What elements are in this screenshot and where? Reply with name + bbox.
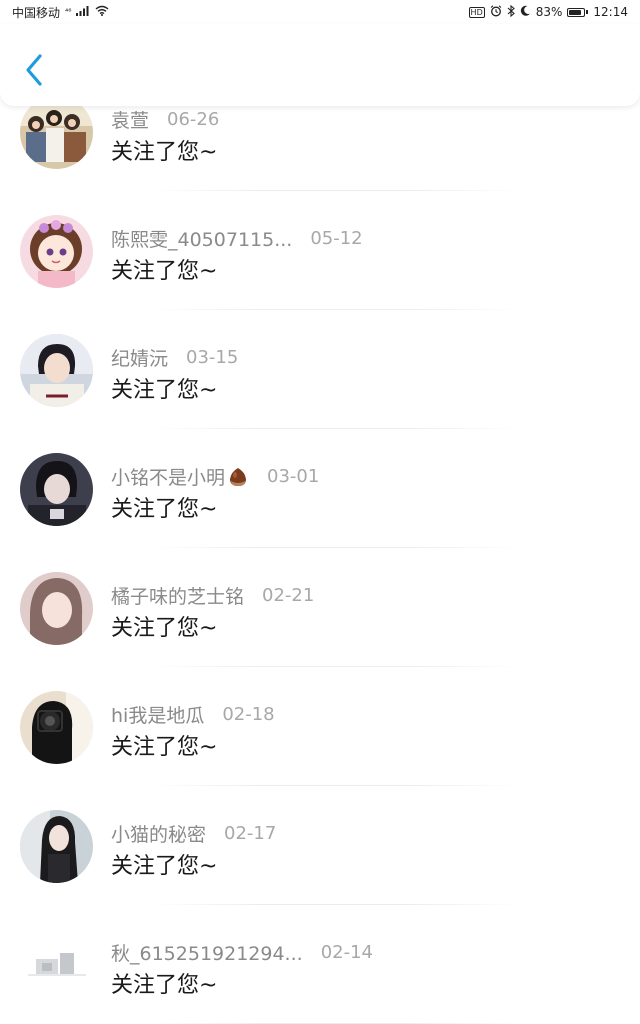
follow-date: 03-15	[186, 347, 239, 368]
item-header: 纪婧沅 03-15	[111, 344, 238, 371]
follow-message: 关注了您~	[111, 140, 218, 165]
clock: 12:14	[593, 5, 628, 19]
follow-date: 02-14	[320, 942, 373, 963]
bluetooth-icon	[507, 4, 515, 20]
avatar[interactable]	[20, 215, 93, 288]
follower-name[interactable]: 纪婧沅	[111, 344, 168, 371]
avatar[interactable]	[20, 810, 93, 883]
follower-name[interactable]: 陈熙雯_40507115...	[111, 225, 292, 252]
follow-message: 关注了您~	[111, 378, 218, 403]
follower-name[interactable]: 小猫的秘密	[111, 820, 206, 847]
chestnut-icon	[230, 467, 247, 486]
battery-icon	[567, 7, 589, 17]
avatar[interactable]	[20, 929, 93, 1002]
avatar[interactable]	[20, 691, 93, 764]
follow-date: 06-26	[167, 109, 220, 130]
avatar[interactable]	[20, 453, 93, 526]
item-header: 橘子味的芝士铭 02-21	[111, 582, 314, 609]
follow-message: 关注了您~	[111, 616, 218, 641]
item-header: 陈熙雯_40507115... 05-12	[111, 225, 363, 252]
avatar[interactable]	[20, 572, 93, 645]
chevron-left-icon	[26, 54, 42, 86]
item-header: 秋_615251921294... 02-14	[111, 939, 373, 966]
list-item[interactable]: 橘子味的芝士铭 02-21 关注了您~	[0, 548, 640, 667]
follow-date: 03-01	[267, 466, 320, 487]
battery-percent: 83%	[535, 5, 563, 19]
follow-date: 02-17	[224, 823, 277, 844]
follower-list: 袁萱 06-26 关注了您~ 陈熙雯_40507115... 05-12 关注了…	[0, 72, 640, 1024]
hd-badge: HD	[468, 6, 485, 18]
list-item[interactable]: 陈熙雯_40507115... 05-12 关注了您~	[0, 191, 640, 310]
follower-name[interactable]: 小铭不是小明	[111, 463, 225, 490]
status-bar: 中国移动 ⁴⁶ HD 83% 12:14	[0, 0, 640, 24]
avatar[interactable]	[20, 96, 93, 169]
item-header: hi我是地瓜 02-18	[111, 701, 275, 728]
follow-date: 02-21	[262, 585, 315, 606]
battery-fill	[569, 9, 582, 15]
list-item[interactable]: hi我是地瓜 02-18 关注了您~	[0, 667, 640, 786]
back-button[interactable]	[18, 52, 50, 88]
follow-message: 关注了您~	[111, 973, 218, 998]
follower-name[interactable]: hi我是地瓜	[111, 701, 204, 728]
item-header: 小铭不是小明 03-01	[111, 463, 319, 490]
alarm-icon	[490, 4, 502, 20]
follow-message: 关注了您~	[111, 497, 218, 522]
follow-date: 05-12	[310, 228, 363, 249]
app-header	[0, 24, 640, 106]
list-item[interactable]: 秋_615251921294... 02-14 关注了您~	[0, 905, 640, 1024]
signal-icon	[76, 5, 90, 19]
item-header: 袁萱 06-26	[111, 106, 219, 133]
list-item[interactable]: 小铭不是小明 03-01 关注了您~	[0, 429, 640, 548]
follow-date: 02-18	[222, 704, 275, 725]
screen: 中国移动 ⁴⁶ HD 83% 12:14 袁萱 06-26 关注了您~ 陈熙雯_…	[0, 0, 640, 1024]
signal-badge: ⁴⁶	[65, 7, 72, 16]
item-header: 小猫的秘密 02-17	[111, 820, 276, 847]
follow-message: 关注了您~	[111, 259, 218, 284]
list-item[interactable]: 小猫的秘密 02-17 关注了您~	[0, 786, 640, 905]
carrier-label: 中国移动	[12, 5, 61, 20]
follow-message: 关注了您~	[111, 735, 218, 760]
follower-name[interactable]: 橘子味的芝士铭	[111, 582, 244, 609]
follower-name[interactable]: 袁萱	[111, 106, 149, 133]
moon-icon	[520, 5, 531, 19]
status-right: HD 83% 12:14	[468, 4, 628, 20]
follow-message: 关注了您~	[111, 854, 218, 879]
follower-name[interactable]: 秋_615251921294...	[111, 939, 303, 966]
avatar[interactable]	[20, 334, 93, 407]
wifi-icon	[95, 5, 109, 19]
list-item[interactable]: 纪婧沅 03-15 关注了您~	[0, 310, 640, 429]
status-left: 中国移动 ⁴⁶	[12, 4, 109, 21]
